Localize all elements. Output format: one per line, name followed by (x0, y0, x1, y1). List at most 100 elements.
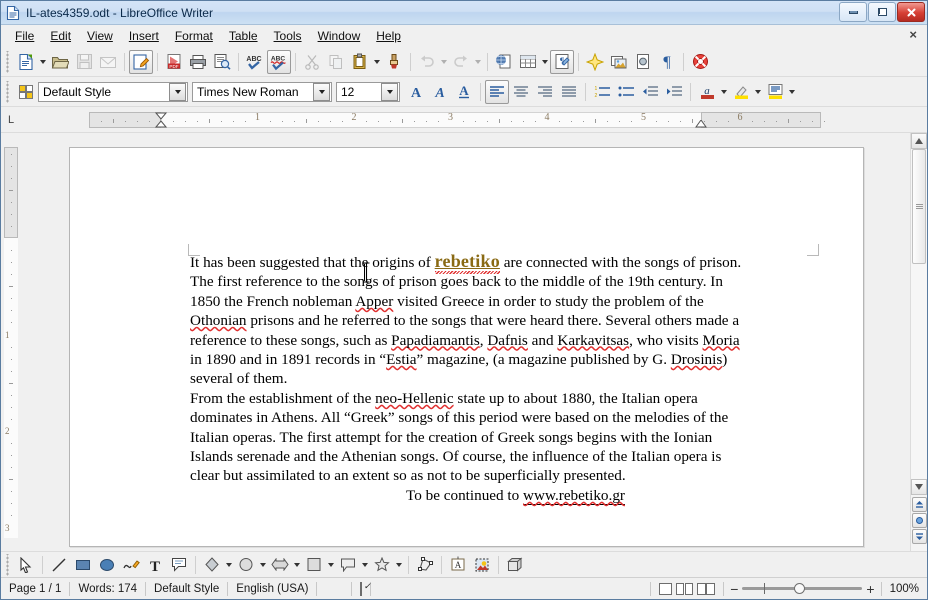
flowchart-dropdown-icon[interactable] (326, 553, 336, 577)
select-arrow-icon[interactable] (14, 553, 38, 577)
redo-icon[interactable] (449, 50, 473, 74)
paragraph-background-icon[interactable] (763, 80, 787, 104)
redo-dropdown-icon[interactable] (473, 50, 483, 74)
menu-insert[interactable]: Insert (121, 27, 167, 45)
extrusion-icon[interactable] (503, 553, 527, 577)
vertical-scrollbar[interactable] (910, 133, 927, 551)
gallery-icon[interactable] (583, 50, 607, 74)
menu-table[interactable]: Table (221, 27, 266, 45)
increase-indent-button[interactable] (662, 80, 686, 104)
fontwork-icon[interactable]: A (446, 553, 470, 577)
open-icon[interactable] (48, 50, 72, 74)
ellipse-icon[interactable] (95, 553, 119, 577)
symbol-shapes-dropdown-icon[interactable] (258, 553, 268, 577)
menu-format[interactable]: Format (167, 27, 221, 45)
menu-file[interactable]: File (7, 27, 42, 45)
menu-help[interactable]: Help (368, 27, 409, 45)
autospellcheck-icon[interactable]: ABC (267, 50, 291, 74)
from-file-icon[interactable] (470, 553, 494, 577)
points-icon[interactable] (413, 553, 437, 577)
word-count[interactable]: Words: 174 (70, 583, 145, 595)
single-page-view-icon[interactable] (659, 583, 672, 595)
new-document-icon[interactable] (14, 50, 38, 74)
formatting-marks-icon[interactable]: ¶ (550, 50, 574, 74)
restore-button[interactable] (868, 2, 896, 22)
selection-mode-indicator[interactable] (352, 583, 370, 595)
paste-icon[interactable] (348, 50, 372, 74)
menu-tools[interactable]: Tools (266, 27, 310, 45)
align-right-button[interactable] (533, 80, 557, 104)
underline-button[interactable]: A (452, 80, 476, 104)
clone-formatting-icon[interactable] (382, 50, 406, 74)
print-preview-icon[interactable] (210, 50, 234, 74)
paragraph-style-combo[interactable]: Default Style (38, 82, 188, 102)
callout-shapes-icon[interactable] (336, 553, 360, 577)
book-view-icon[interactable] (697, 583, 715, 595)
paragraph-style-dropdown-icon[interactable] (169, 83, 186, 101)
stars-dropdown-icon[interactable] (394, 553, 404, 577)
block-arrows-dropdown-icon[interactable] (292, 553, 302, 577)
horizontal-ruler[interactable]: 123456 (21, 112, 901, 128)
highlighting-color-dropdown-icon[interactable] (753, 80, 763, 104)
document-page[interactable]: It has been suggested that the origins o… (69, 147, 864, 547)
cut-icon[interactable] (300, 50, 324, 74)
basic-shapes-dropdown-icon[interactable] (224, 553, 234, 577)
font-size-combo[interactable]: 12 (336, 82, 400, 102)
menu-window[interactable]: Window (310, 27, 369, 45)
callout-shapes-dropdown-icon[interactable] (360, 553, 370, 577)
zoom-percent[interactable]: 100% (882, 583, 927, 595)
left-indent-marker[interactable] (155, 112, 167, 128)
save-icon[interactable] (72, 50, 96, 74)
italic-button[interactable]: A (428, 80, 452, 104)
copy-icon[interactable] (324, 50, 348, 74)
zoom-out-button[interactable]: − (730, 584, 738, 594)
font-color-dropdown-icon[interactable] (719, 80, 729, 104)
decrease-indent-button[interactable] (638, 80, 662, 104)
font-name-combo[interactable]: Times New Roman (192, 82, 332, 102)
menu-edit[interactable]: Edit (42, 27, 79, 45)
close-document-button[interactable]: × (909, 28, 917, 42)
help-icon[interactable] (688, 50, 712, 74)
scrollbar-thumb[interactable] (912, 149, 926, 264)
close-button[interactable] (897, 2, 925, 22)
new-document-dropdown-icon[interactable] (38, 50, 48, 74)
rectangle-icon[interactable] (71, 553, 95, 577)
freeform-line-icon[interactable] (119, 553, 143, 577)
zoom-slider-group[interactable]: − + (724, 584, 880, 594)
website-link[interactable]: www.rebetiko.gr (523, 487, 625, 505)
right-indent-marker[interactable] (695, 120, 707, 128)
tab-stop-selector[interactable]: L (1, 114, 21, 126)
ordered-list-button[interactable]: 1 2 (590, 80, 614, 104)
undo-icon[interactable] (415, 50, 439, 74)
zoom-slider-knob[interactable] (794, 583, 805, 594)
zoom-slider-track[interactable] (742, 587, 862, 590)
highlighting-color-icon[interactable] (729, 80, 753, 104)
next-page-button[interactable] (912, 529, 927, 544)
scroll-down-button[interactable] (911, 479, 927, 495)
email-icon[interactable] (96, 50, 120, 74)
block-arrows-icon[interactable] (268, 553, 292, 577)
align-justify-button[interactable] (557, 80, 581, 104)
insert-image-icon[interactable] (607, 50, 631, 74)
navigation-button[interactable] (912, 513, 927, 528)
bold-button[interactable]: A (404, 80, 428, 104)
font-name-dropdown-icon[interactable] (313, 83, 330, 101)
hyperlink-icon[interactable] (492, 50, 516, 74)
toolbar-grip[interactable] (4, 81, 11, 103)
symbol-shapes-icon[interactable] (234, 553, 258, 577)
basic-shapes-icon[interactable] (200, 553, 224, 577)
paste-dropdown-icon[interactable] (372, 50, 382, 74)
align-center-button[interactable] (509, 80, 533, 104)
flowchart-icon[interactable] (302, 553, 326, 577)
undo-dropdown-icon[interactable] (439, 50, 449, 74)
spelling-icon[interactable]: ABC (243, 50, 267, 74)
pilcrow-icon[interactable]: ¶ (655, 50, 679, 74)
insert-object-icon[interactable] (631, 50, 655, 74)
paragraph-background-dropdown-icon[interactable] (787, 80, 797, 104)
vertical-ruler[interactable]: 123 (1, 133, 21, 551)
page-indicator[interactable]: Page 1 / 1 (1, 583, 69, 595)
table-dropdown-icon[interactable] (540, 50, 550, 74)
toolbar-grip[interactable] (4, 554, 11, 576)
text-box-icon[interactable]: T (143, 553, 167, 577)
edit-mode-icon[interactable] (129, 50, 153, 74)
